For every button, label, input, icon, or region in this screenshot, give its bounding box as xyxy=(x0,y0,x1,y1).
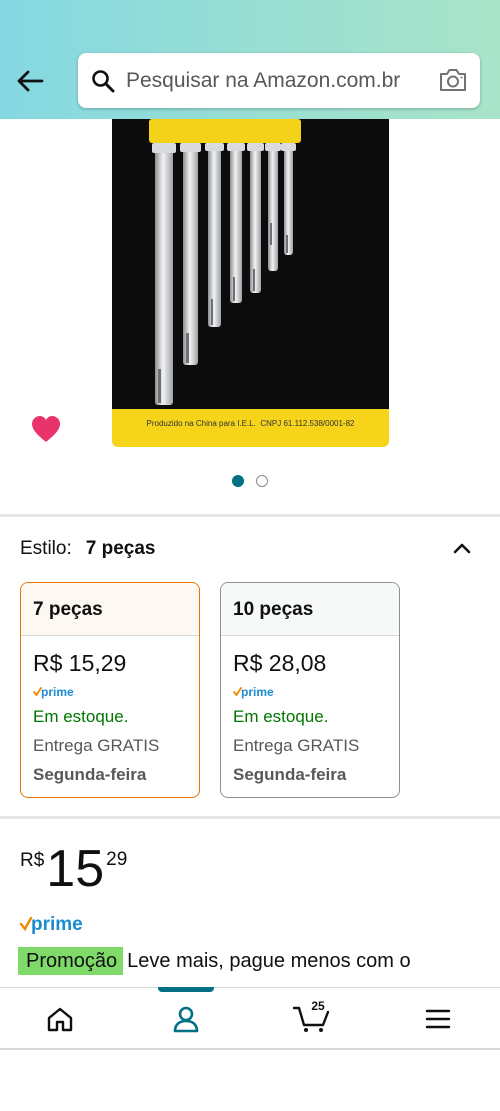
option-stock: Em estoque. xyxy=(233,707,329,726)
price-whole: 15 xyxy=(46,840,105,898)
nav-account[interactable] xyxy=(166,1001,206,1037)
person-icon xyxy=(173,1006,199,1033)
carousel-dot-2[interactable] xyxy=(256,475,268,487)
prime-text: prime xyxy=(241,685,274,699)
chevron-up-icon[interactable] xyxy=(450,537,474,561)
option-shipping: Entrega GRATIS xyxy=(233,736,360,755)
prime-text: prime xyxy=(31,914,83,935)
option-price: R$ 28,08 xyxy=(233,650,327,676)
heart-icon[interactable] xyxy=(30,414,62,444)
carousel-dot-1[interactable] xyxy=(232,475,244,487)
option-stock: Em estoque. xyxy=(33,707,129,726)
prime-logo: prime xyxy=(19,912,90,936)
prime-text: prime xyxy=(41,685,74,699)
hamburger-menu-icon xyxy=(425,1009,451,1029)
prime-logo: prime xyxy=(33,685,199,701)
style-value: 7 peças xyxy=(85,538,156,559)
style-label: Estilo: xyxy=(20,538,72,559)
promotion-line[interactable]: Promoção Leve mais, pague menos com o xyxy=(18,947,488,987)
option-name: 10 peças xyxy=(221,583,399,636)
carousel-dots xyxy=(232,475,268,487)
promotion-badge: Promoção xyxy=(18,947,124,975)
price-symbol: R$ xyxy=(20,850,45,871)
arrow-left-icon xyxy=(17,70,44,92)
style-option-7-pecas[interactable]: 7 peças R$ 15,29 prime Em estoque. Entre… xyxy=(20,582,200,798)
search-box[interactable] xyxy=(78,53,480,108)
product-price: R$ 15 29 xyxy=(20,842,127,898)
nav-menu[interactable] xyxy=(418,1001,458,1037)
price-fraction: 29 xyxy=(106,849,128,870)
camera-icon[interactable] xyxy=(438,66,468,94)
section-divider xyxy=(0,816,500,819)
nav-active-indicator xyxy=(158,987,214,992)
option-shipping: Entrega GRATIS xyxy=(33,736,160,755)
search-icon xyxy=(90,68,116,94)
cart-count-badge: 25 xyxy=(311,999,325,1013)
option-name: 7 peças xyxy=(21,583,199,636)
option-price: R$ 15,29 xyxy=(33,650,127,676)
promotion-text: Leve mais, pague menos com o xyxy=(127,950,411,972)
top-header xyxy=(0,0,500,119)
image-caption: Produzido na China para I.E.L. CNPJ 61.1… xyxy=(146,419,355,428)
bottom-nav: 25 xyxy=(0,987,500,1050)
option-delivery-day: Segunda-feira xyxy=(233,765,347,784)
back-button[interactable] xyxy=(10,62,50,100)
home-icon xyxy=(47,1007,73,1032)
search-input[interactable] xyxy=(126,68,426,93)
section-divider xyxy=(0,514,500,517)
product-image[interactable]: Produzido na China para I.E.L. CNPJ 61.1… xyxy=(112,119,389,447)
prime-logo: prime xyxy=(233,685,399,701)
style-option-10-pecas[interactable]: 10 peças R$ 28,08 prime Em estoque. Entr… xyxy=(220,582,400,798)
nav-cart[interactable]: 25 xyxy=(292,999,332,1037)
style-selector-header[interactable]: Estilo: 7 peças xyxy=(20,537,480,561)
option-delivery-day: Segunda-feira xyxy=(33,765,147,784)
nav-home[interactable] xyxy=(40,1001,80,1037)
